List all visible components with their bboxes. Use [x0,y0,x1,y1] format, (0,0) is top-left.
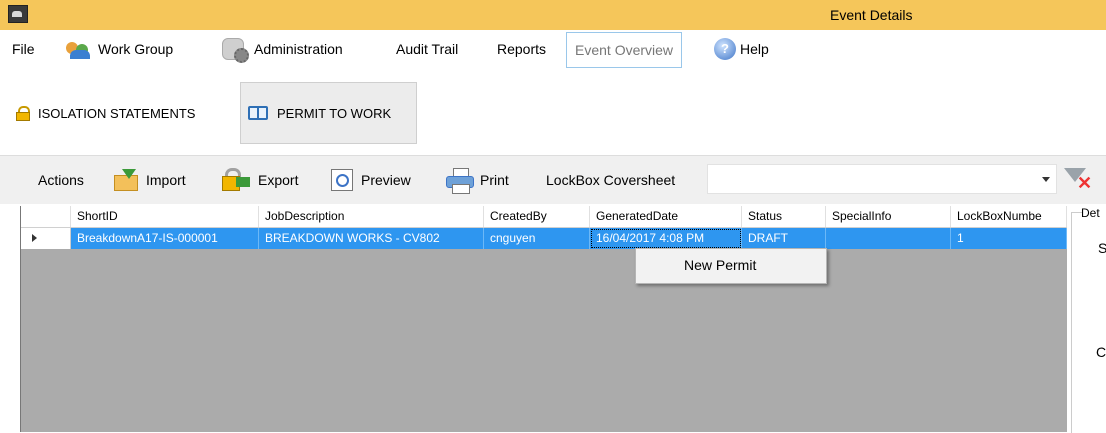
cell-status[interactable]: DRAFT [742,228,826,249]
preview-icon [331,169,353,191]
cell-generateddate[interactable]: 16/04/2017 4:08 PM [590,228,742,249]
column-header-jobdescription[interactable]: JobDescription [259,206,484,227]
table-row[interactable]: BreakdownA17-IS-000001 BREAKDOWN WORKS -… [21,228,1067,249]
tab-permit-label: PERMIT TO WORK [277,105,392,121]
car-icon [8,5,28,23]
lockbox-coversheet-label: LockBox Coversheet [546,156,675,204]
details-group-label: Det [1081,206,1100,220]
details-field-c: C [1096,344,1106,360]
preview-label: Preview [361,172,411,188]
menu-audit-trail-label: Audit Trail [396,41,459,57]
grid-header: ShortID JobDescription CreatedBy Generat… [21,206,1067,228]
menu-bar: File Work Group Administration Audit Tra… [0,30,1106,68]
cell-specialinfo[interactable] [826,228,951,249]
export-button[interactable]: Export [222,156,298,204]
lockbox-label-text: LockBox Coversheet [546,172,676,188]
row-selector[interactable] [21,228,71,249]
column-header-status[interactable]: Status [742,206,826,227]
row-header-corner [21,206,71,227]
details-group-border [1071,212,1082,433]
print-label: Print [480,172,509,188]
column-header-generateddate[interactable]: GeneratedDate [590,206,742,227]
chevron-down-icon [1042,177,1050,182]
lock-icon [16,105,30,121]
column-header-lockboxnumber[interactable]: LockBoxNumbe [951,206,1067,227]
column-header-createdby[interactable]: CreatedBy [484,206,590,227]
preview-button[interactable]: Preview [331,156,411,204]
column-header-specialinfo[interactable]: SpecialInfo [826,206,951,227]
printer-icon [446,168,474,194]
tab-permit-to-work[interactable]: PERMIT TO WORK [240,82,417,144]
column-header-shortid[interactable]: ShortID [71,206,259,227]
help-icon: ? [714,38,736,60]
cell-createdby[interactable]: cnguyen [484,228,590,249]
export-icon [222,167,252,193]
print-button[interactable]: Print [446,156,509,204]
menu-reports-label: Reports [497,41,547,57]
tab-bar: ISOLATION STATEMENTS PERMIT TO WORK [0,68,1106,155]
menu-administration[interactable]: Administration [222,30,343,68]
menu-help[interactable]: ? Help [714,30,769,68]
actions-toolbar: Actions Import Export Preview Print Lock… [0,155,1106,204]
lockbox-coversheet-dropdown[interactable] [707,164,1057,194]
import-button[interactable]: Import [112,156,186,204]
menu-reports[interactable]: Reports [497,30,546,68]
users-icon [66,38,94,60]
menu-file[interactable]: File [12,30,35,68]
isolation-grid[interactable]: ShortID JobDescription CreatedBy Generat… [20,206,1067,432]
cell-jobdescription[interactable]: BREAKDOWN WORKS - CV802 [259,228,484,249]
import-icon [112,169,140,191]
cell-shortid[interactable]: BreakdownA17-IS-000001 [71,228,259,249]
menu-audit-trail[interactable]: Audit Trail [396,30,458,68]
import-label: Import [146,172,186,188]
menu-help-label: Help [740,41,769,57]
menu-work-group-label: Work Group [98,41,174,57]
menu-file-label: File [12,41,35,57]
book-icon [248,106,268,120]
window-title: Event Details [830,7,913,23]
context-menu-new-permit[interactable]: New Permit [684,257,756,273]
context-menu: New Permit [635,248,827,284]
menu-work-group[interactable]: Work Group [66,30,173,68]
details-field-s: S [1098,240,1106,256]
tab-isolation-label: ISOLATION STATEMENTS [38,105,196,121]
menu-event-overview-label: Event Overview [575,42,674,58]
export-label: Export [258,172,299,188]
menu-administration-label: Administration [254,41,343,57]
actions-label: Actions [38,172,84,188]
title-bar: Event Details [0,0,1106,30]
menu-event-overview[interactable]: Event Overview [566,32,683,68]
row-pointer-icon [32,234,37,242]
clear-filter-icon[interactable]: ✕ [1062,166,1094,196]
database-gear-icon [222,36,250,63]
tab-isolation-statements[interactable]: ISOLATION STATEMENTS [0,82,238,144]
actions-menu[interactable]: Actions [38,156,84,204]
cell-lockboxnumber[interactable]: 1 [951,228,1067,249]
